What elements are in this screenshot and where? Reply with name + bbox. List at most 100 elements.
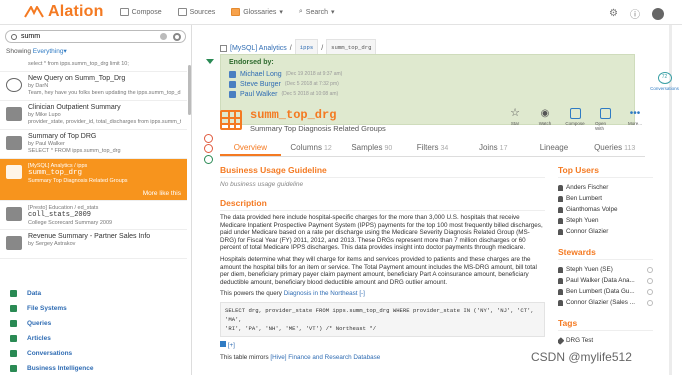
- steward[interactable]: Connor Glazier (Sales ...: [558, 297, 653, 308]
- star-button[interactable]: ☆ Star: [505, 108, 525, 131]
- settings-icon[interactable]: ⚙: [609, 8, 618, 19]
- remove-icon[interactable]: [647, 299, 653, 306]
- compose-button[interactable]: Compose: [565, 108, 585, 131]
- tab-columns[interactable]: Columns 12: [281, 140, 342, 156]
- user-name: Anders Fischer: [566, 184, 609, 191]
- business-usage-empty[interactable]: No business usage guideline: [220, 181, 545, 188]
- result-item[interactable]: New Query on Summ_Top_Drg by DarN Team, …: [0, 72, 187, 101]
- tag[interactable]: DRG Test: [558, 335, 653, 346]
- result-sub: Summary Top Diagnosis Related Groups: [28, 178, 128, 184]
- result-title: Summary of Top DRG: [28, 133, 97, 140]
- search-box: [5, 30, 186, 43]
- remove-icon[interactable]: [647, 288, 653, 295]
- breadcrumb-source[interactable]: [MySQL] Analytics: [230, 45, 287, 52]
- result-title: Clinician Outpatient Summary: [28, 104, 121, 111]
- warning-flag-icon[interactable]: [204, 144, 213, 153]
- article-icon: [10, 335, 17, 342]
- steward-name: Connor Glazier (Sales ...: [566, 299, 635, 306]
- result-item[interactable]: select * from ipps.summ_top_drg limit 10…: [0, 58, 187, 72]
- search-input[interactable]: [21, 33, 141, 40]
- more-like-this-link[interactable]: More like this: [143, 190, 181, 197]
- open-with-button[interactable]: Open With: [595, 108, 615, 131]
- results-scrollbar[interactable]: [188, 65, 191, 115]
- business-usage-heading: Business Usage Guideline: [220, 165, 545, 178]
- more-button[interactable]: ••• More...: [625, 108, 645, 131]
- tab-filters[interactable]: Filters 34: [402, 140, 463, 156]
- result-by: by DarN: [28, 83, 49, 89]
- mirrors-link[interactable]: [Hive] Finance and Research Database: [270, 354, 380, 361]
- steward-name: Ben Lumbert (Data Gu...: [566, 288, 635, 295]
- nav-search[interactable]: ⌕ Search ▾: [299, 8, 335, 16]
- steward[interactable]: Ben Lumbert (Data Gu...: [558, 286, 653, 297]
- top-user[interactable]: Ben Lumbert: [558, 193, 653, 204]
- remove-icon[interactable]: [647, 277, 653, 284]
- result-item[interactable]: Summary of Top DRG by Paul Walker SELECT…: [0, 130, 187, 159]
- top-user[interactable]: Steph Yuen: [558, 215, 653, 226]
- endorse-flag-icon[interactable]: [204, 155, 213, 164]
- tab-overview[interactable]: Overview: [220, 140, 281, 156]
- expand-button[interactable]: [+]: [228, 342, 235, 349]
- result-by: by Paul Walker: [28, 141, 65, 147]
- steward[interactable]: Paul Walker (Data Ana...: [558, 275, 653, 286]
- collapse-triangle-icon[interactable]: [206, 59, 214, 64]
- result-sub: Team, hey have you folks been updating t…: [28, 90, 181, 96]
- result-title: summ_top_drg: [28, 169, 83, 177]
- description-paragraph[interactable]: Hospitals determine what they will charg…: [220, 256, 545, 286]
- showing-value[interactable]: Everything: [33, 48, 64, 55]
- result-item[interactable]: Clinician Outpatient Summary by Mike Lup…: [0, 101, 187, 130]
- tab-lineage[interactable]: Lineage: [524, 140, 585, 156]
- result-item[interactable]: Revenue Summary - Partner Sales Info by …: [0, 230, 187, 259]
- search-settings-icon[interactable]: [173, 33, 181, 41]
- steward-name: Steph Yuen (SE): [566, 266, 613, 273]
- nav-glossaries[interactable]: Glossaries ▾: [231, 8, 283, 16]
- filter-bi[interactable]: Business Intelligence: [0, 361, 191, 376]
- avatar[interactable]: [652, 7, 664, 20]
- endorser-row: Paul Walker (Dec 5 2018 at 10:08 am): [229, 89, 626, 99]
- breadcrumb-separator: /: [321, 45, 324, 52]
- tab-samples[interactable]: Samples 90: [341, 140, 402, 156]
- filter-articles[interactable]: Articles: [0, 331, 191, 346]
- steward[interactable]: Steph Yuen (SE): [558, 264, 653, 275]
- top-user[interactable]: Gianthomas Volpe: [558, 204, 653, 215]
- filter-file-systems[interactable]: File Systems: [0, 301, 191, 316]
- table-icon: [6, 207, 22, 221]
- filter-data[interactable]: Data: [0, 286, 191, 301]
- action-label: Watch: [538, 121, 552, 126]
- expand-icon[interactable]: [-]: [359, 290, 365, 297]
- top-user[interactable]: Connor Glazier: [558, 226, 653, 237]
- description-paragraph[interactable]: The data provided here include hospital-…: [220, 214, 545, 252]
- filter-label: Data: [27, 290, 42, 297]
- filter-queries[interactable]: Queries: [0, 316, 191, 331]
- top-user[interactable]: Anders Fischer: [558, 182, 653, 193]
- deprecation-flag-icon[interactable]: [204, 134, 213, 143]
- compose-icon: [119, 8, 129, 16]
- endorser-name[interactable]: Michael Long: [240, 71, 282, 78]
- showing-filter[interactable]: Showing Everything▾: [6, 47, 67, 55]
- result-item[interactable]: [Presto] Education / ed_stats coll_stats…: [0, 201, 187, 230]
- powers-prefix: This powers the query: [220, 290, 282, 298]
- clear-search-icon[interactable]: [160, 33, 167, 40]
- filter-conversations[interactable]: Conversations: [0, 346, 191, 361]
- endorser-name[interactable]: Paul Walker: [240, 91, 277, 98]
- tab-joins[interactable]: Joins 17: [463, 140, 524, 156]
- alation-logo[interactable]: Alation: [24, 3, 104, 21]
- nav-compose[interactable]: Compose: [119, 8, 162, 16]
- tab-count: 34: [440, 145, 449, 152]
- search-sidebar: Showing Everything▾ select * from ipps.s…: [0, 25, 192, 375]
- info-icon[interactable]: ⓘ: [630, 6, 640, 21]
- nav-sources[interactable]: Sources: [177, 8, 215, 16]
- conversations-button[interactable]: 72 Conversations: [649, 72, 680, 100]
- endorser-name[interactable]: Steve Burger: [240, 81, 281, 88]
- tab-queries[interactable]: Queries 113: [584, 140, 645, 156]
- sql-line: 'RI', 'PA', 'NH', 'ME', 'VT') /* Northea…: [225, 324, 377, 332]
- endorser-row: Michael Long (Dec 19 2018 at 9:37 am): [229, 69, 626, 79]
- result-sub: College Scorecard Summary 2009: [28, 220, 113, 226]
- powers-query-link[interactable]: Diagnosis in the Northeast: [284, 290, 358, 297]
- chevron-down-icon: ▾: [330, 9, 335, 16]
- conversations-count: 72: [657, 72, 672, 84]
- top-right-tools: ⚙ ⓘ: [609, 6, 664, 21]
- remove-icon[interactable]: [647, 266, 653, 273]
- watch-button[interactable]: ◉ Watch: [535, 108, 555, 131]
- result-item-selected[interactable]: [MySQL] Analytics / ipps summ_top_drg Su…: [0, 159, 187, 201]
- result-by: by Sergey Astrakov: [28, 241, 76, 247]
